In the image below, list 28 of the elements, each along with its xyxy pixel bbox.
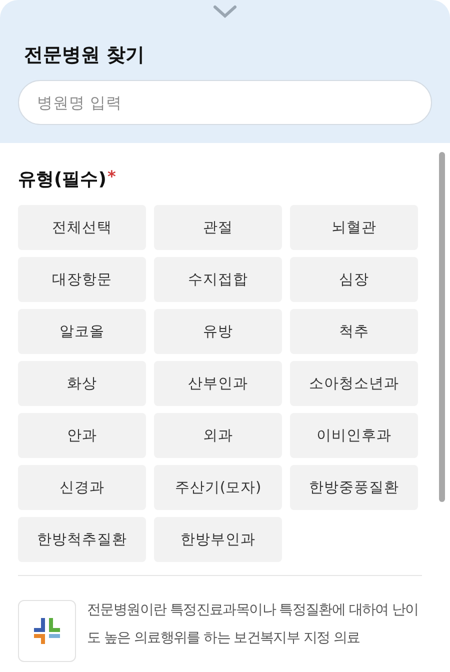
type-option[interactable]: 뇌혈관 [290,205,418,250]
required-mark: * [107,167,116,186]
type-option[interactable]: 산부인과 [154,361,282,406]
type-option[interactable]: 이비인후과 [290,413,418,458]
type-option[interactable]: 화상 [18,361,146,406]
logo-icon [18,600,76,662]
scrollbar-thumb[interactable] [439,152,445,502]
type-option[interactable]: 척추 [290,309,418,354]
sheet-title: 전문병원 찾기 [24,43,146,68]
type-option[interactable]: 주산기(모자) [154,465,282,510]
type-option[interactable]: 소아청소년과 [290,361,418,406]
type-option[interactable]: 유방 [154,309,282,354]
type-option[interactable]: 한방부인과 [154,517,282,562]
type-option[interactable]: 수지접합 [154,257,282,302]
type-option[interactable]: 한방척추질환 [18,517,146,562]
info-text: 전문병원이란 특정진료과목이나 특정질환에 대하여 난이도 높은 의료행위를 하는 보건복지부 지정 의료 [87,601,420,648]
type-option[interactable]: 관절 [154,205,282,250]
search-field[interactable]: 병원명 입력 [18,80,432,125]
section-label: 유형(필수) [18,168,106,191]
type-option[interactable]: 대장항문 [18,257,146,302]
type-option[interactable]: 외과 [154,413,282,458]
type-option[interactable]: 알코올 [18,309,146,354]
type-option[interactable]: 심장 [290,257,418,302]
type-option[interactable]: 전체선택 [18,205,146,250]
chevron-down-icon[interactable] [212,4,238,20]
type-option[interactable]: 한방중풍질환 [290,465,418,510]
type-option[interactable]: 신경과 [18,465,146,510]
type-option[interactable]: 안과 [18,413,146,458]
